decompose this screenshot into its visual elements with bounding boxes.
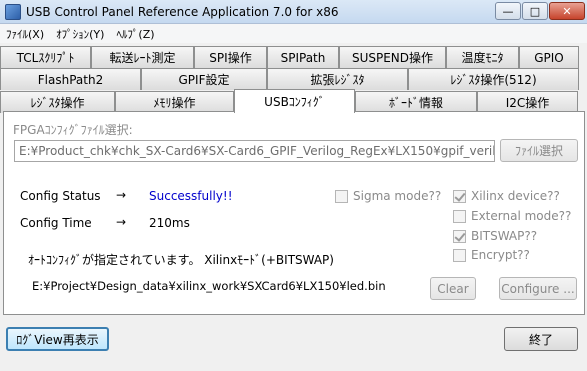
external-mode-box bbox=[453, 209, 466, 223]
xilinx-device-box bbox=[453, 189, 466, 203]
title-bar: USB Control Panel Reference Application … bbox=[0, 0, 587, 24]
config-status-label: Config Status bbox=[20, 189, 101, 203]
xilinx-device-checkbox[interactable]: Xilinx device?? bbox=[453, 189, 560, 203]
tab-row-3: ﾚｼﾞｽﾀ操作 ﾒﾓﾘ操作 USBｺﾝﾌｨｸﾞ ﾎﾞｰﾄﾞ情報 I2C操作 bbox=[0, 89, 578, 113]
tab-row-2: FlashPath2 GPIF設定 拡張ﾚｼﾞｽﾀ ﾚｼﾞｽﾀ操作(512) bbox=[0, 68, 579, 90]
menu-help[interactable]: ﾍﾙﾌﾟ(Z) bbox=[110, 24, 160, 43]
sigma-mode-checkbox[interactable]: Sigma mode?? bbox=[335, 189, 441, 203]
sigma-mode-box bbox=[335, 189, 348, 203]
fpga-file-path-input[interactable]: E:¥Product_chk¥chk_SX-Card6¥SX-Card6_GPI… bbox=[14, 140, 495, 162]
bitswap-label: BITSWAP?? bbox=[471, 229, 538, 243]
tab-row-1: TCLｽｸﾘﾌﾟﾄ 転送ﾚｰﾄ測定 SPI操作 SPIPath SUSPEND操… bbox=[0, 46, 579, 68]
bin-file-path: E:¥Project¥Design_data¥xilinx_work¥SXCar… bbox=[32, 279, 386, 293]
bitswap-box bbox=[453, 229, 466, 243]
tab-flashpath2[interactable]: FlashPath2 bbox=[0, 68, 141, 90]
exit-button[interactable]: 終了 bbox=[504, 327, 578, 351]
config-time-value: 210ms bbox=[149, 216, 190, 230]
usb-config-panel: FPGAｺﾝﾌｨｸﾞﾌｧｲﾙ選択: E:¥Product_chk¥chk_SX-… bbox=[3, 111, 585, 315]
tab-gpio[interactable]: GPIO bbox=[519, 46, 579, 68]
tab-strip: TCLｽｸﾘﾌﾟﾄ 転送ﾚｰﾄ測定 SPI操作 SPIPath SUSPEND操… bbox=[0, 44, 587, 116]
window-title: USB Control Panel Reference Application … bbox=[26, 5, 339, 19]
external-mode-checkbox[interactable]: External mode?? bbox=[453, 209, 571, 223]
log-view-button[interactable]: ﾛｸﾞView再表示 bbox=[6, 327, 109, 351]
sigma-mode-label: Sigma mode?? bbox=[353, 189, 442, 203]
app-icon bbox=[5, 4, 21, 20]
tab-gpif-settings[interactable]: GPIF設定 bbox=[141, 68, 267, 90]
close-button[interactable]: ✕ bbox=[549, 2, 585, 20]
tab-register-512[interactable]: ﾚｼﾞｽﾀ操作(512) bbox=[408, 68, 579, 90]
tab-tcl-script[interactable]: TCLｽｸﾘﾌﾟﾄ bbox=[0, 46, 91, 68]
encrypt-checkbox[interactable]: Encrypt?? bbox=[453, 248, 530, 262]
tab-spipath[interactable]: SPIPath bbox=[267, 46, 339, 68]
tab-usb-config[interactable]: USBｺﾝﾌｨｸﾞ bbox=[234, 89, 355, 113]
tab-memory[interactable]: ﾒﾓﾘ操作 bbox=[115, 91, 234, 113]
external-mode-label: External mode?? bbox=[471, 209, 572, 223]
encrypt-box bbox=[453, 248, 466, 262]
config-status-value: Successfully!! bbox=[149, 189, 233, 203]
tab-board-info[interactable]: ﾎﾞｰﾄﾞ情報 bbox=[355, 91, 477, 113]
tab-temperature[interactable]: 温度ﾓﾆﾀ bbox=[446, 46, 519, 68]
config-time-label: Config Time bbox=[20, 216, 92, 230]
menu-bar: ﾌｧｲﾙ(X) ｵﾌﾟｼｮﾝ(Y) ﾍﾙﾌﾟ(Z) bbox=[0, 24, 587, 43]
minimize-button[interactable]: — bbox=[495, 2, 521, 20]
configure-button[interactable]: Configure ... bbox=[499, 277, 577, 300]
fpga-file-label: FPGAｺﾝﾌｨｸﾞﾌｧｲﾙ選択: bbox=[13, 123, 133, 137]
xilinx-device-label: Xilinx device?? bbox=[471, 189, 560, 203]
clear-button[interactable]: Clear bbox=[430, 277, 476, 300]
maximize-button[interactable]: □ bbox=[522, 2, 548, 20]
tab-transfer-rate[interactable]: 転送ﾚｰﾄ測定 bbox=[91, 46, 194, 68]
tab-ext-register[interactable]: 拡張ﾚｼﾞｽﾀ bbox=[267, 68, 408, 90]
menu-file[interactable]: ﾌｧｲﾙ(X) bbox=[0, 24, 50, 43]
tab-register[interactable]: ﾚｼﾞｽﾀ操作 bbox=[0, 91, 115, 113]
config-time-arrow: → bbox=[116, 215, 127, 229]
bitswap-checkbox[interactable]: BITSWAP?? bbox=[453, 229, 537, 243]
auto-config-message: ｵｰﾄｺﾝﾌｨｸﾞが指定されています。 Xilinxﾓｰﾄﾞ(+BITSWAP) bbox=[28, 253, 334, 267]
encrypt-label: Encrypt?? bbox=[471, 248, 530, 262]
file-select-button[interactable]: ﾌｧｲﾙ選択 bbox=[500, 139, 578, 162]
config-status-arrow: → bbox=[116, 188, 127, 202]
menu-option[interactable]: ｵﾌﾟｼｮﾝ(Y) bbox=[50, 24, 110, 43]
tab-i2c[interactable]: I2C操作 bbox=[477, 91, 578, 113]
tab-spi[interactable]: SPI操作 bbox=[194, 46, 267, 68]
tab-suspend[interactable]: SUSPEND操作 bbox=[339, 46, 446, 68]
